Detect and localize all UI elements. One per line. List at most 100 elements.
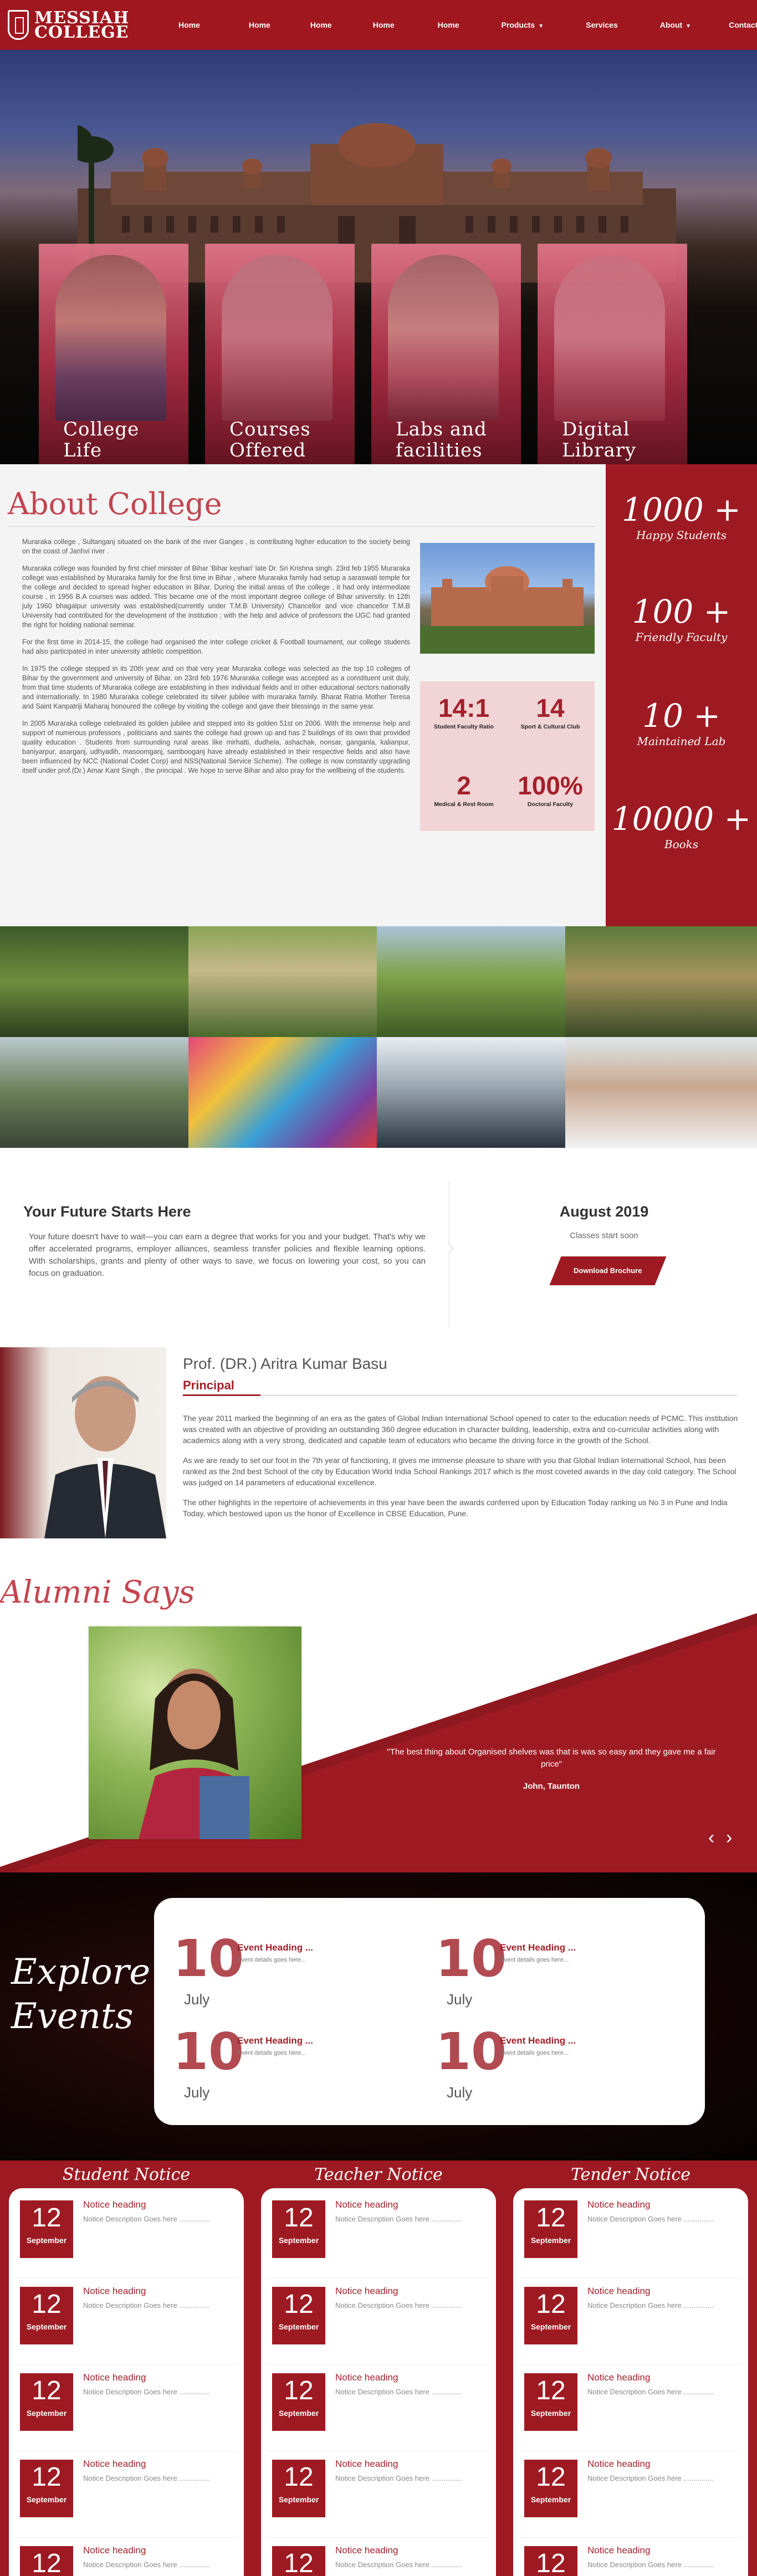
notice-item[interactable]: 12SeptemberNotice headingNotice Descript… xyxy=(14,2454,238,2538)
notice-date-badge: 12September xyxy=(20,2373,73,2431)
notice-item[interactable]: 12SeptemberNotice headingNotice Descript… xyxy=(519,2195,743,2279)
event-item[interactable]: 10 July Event Heading ... Event details … xyxy=(160,2024,398,2113)
event-month: July xyxy=(184,1991,210,2008)
notice-list: 12 September Notice heading Notice Descript… xyxy=(9,2188,244,2576)
notice-description: Notice Description Goes here ...........… xyxy=(335,2560,462,2569)
notice-item[interactable]: 12SeptemberNotice headingNotice Descript… xyxy=(14,2195,238,2279)
notice-month: September xyxy=(530,2236,571,2245)
notice-heading[interactable]: Notice heading xyxy=(587,2199,650,2210)
notice-heading[interactable]: Notice heading xyxy=(335,2199,398,2210)
nav-item-home[interactable]: Home xyxy=(244,0,275,50)
notice-heading[interactable]: Notice heading xyxy=(335,2286,398,2297)
college-logo[interactable]: MESSIAH COLLEGE xyxy=(8,10,157,41)
notice-heading[interactable]: Notice heading xyxy=(83,2459,146,2470)
nav-item-home[interactable]: Home xyxy=(369,0,399,50)
notice-heading[interactable]: Notice heading xyxy=(587,2545,650,2556)
event-heading[interactable]: Event Heading ... xyxy=(500,1942,576,1953)
notice-date-badge: 12September xyxy=(524,2200,577,2258)
notice-heading[interactable]: Notice heading xyxy=(83,2545,146,2556)
testimonial-author: John, Taunton xyxy=(523,1782,580,1791)
stats-panel: 14:1 Student Faculty Ratio 14 Sport & Cult… xyxy=(420,681,595,831)
notice-item[interactable]: 12SeptemberNotice headingNotice Descript… xyxy=(267,2368,490,2451)
admission-subtitle: Classes start soon xyxy=(570,1231,638,1240)
notice-description: Notice Description Goes here ...........… xyxy=(587,2301,714,2310)
nav-item-home[interactable]: Home xyxy=(306,0,336,50)
notice-heading[interactable]: Notice heading xyxy=(587,2372,650,2383)
event-day: 10 xyxy=(173,1929,244,1988)
gallery-photo[interactable] xyxy=(0,1037,188,1148)
notice-item[interactable]: 12SeptemberNotice headingNotice Descript… xyxy=(267,2454,490,2538)
notice-day: 12 xyxy=(32,2290,62,2319)
notice-heading[interactable]: Notice heading xyxy=(335,2372,398,2383)
gallery-photo[interactable] xyxy=(377,1037,565,1148)
student-photo xyxy=(388,255,499,421)
event-heading[interactable]: Event Heading ... xyxy=(500,2035,576,2046)
notice-item[interactable]: 12SeptemberNotice headingNotice Descript… xyxy=(14,2368,238,2451)
notice-item[interactable]: 12SeptemberNotice headingNotice Descript… xyxy=(519,2541,743,2576)
notice-heading[interactable]: Notice heading xyxy=(587,2286,650,2297)
gallery-photo[interactable] xyxy=(188,926,377,1037)
divider xyxy=(267,2278,490,2279)
prev-arrow-icon[interactable]: ‹ xyxy=(708,1827,714,1849)
notice-month: September xyxy=(26,2409,67,2418)
gallery-photo[interactable] xyxy=(565,926,757,1037)
notice-item[interactable]: 12SeptemberNotice headingNotice Descript… xyxy=(267,2281,490,2365)
about-paragraph: In 2005 Muraraka college celebrated its … xyxy=(22,720,410,774)
notice-heading[interactable]: Notice heading xyxy=(587,2459,650,2470)
notice-item[interactable]: 12SeptemberNotice headingNotice Descript… xyxy=(267,2195,490,2279)
notice-item[interactable]: 12SeptemberNotice headingNotice Descript… xyxy=(519,2368,743,2451)
notice-description: Notice Description Goes here ...........… xyxy=(83,2301,209,2310)
notice-description: Notice Description Goes here ...........… xyxy=(335,2388,462,2396)
alumni-photo xyxy=(89,1626,301,1839)
principal-role: Principal xyxy=(183,1378,234,1392)
event-heading[interactable]: Event Heading ... xyxy=(237,2035,313,2046)
college-photo xyxy=(420,543,595,654)
notice-item[interactable]: 12SeptemberNotice headingNotice Descript… xyxy=(267,2541,490,2576)
event-day: 10 xyxy=(173,2022,244,2081)
admission-date: August 2019 xyxy=(559,1203,649,1220)
download-brochure-button[interactable]: Download Brochure xyxy=(549,1256,667,1285)
event-item[interactable]: 10 July Event Heading ... Event details … xyxy=(422,2024,661,2113)
gallery-photo[interactable] xyxy=(188,1037,377,1148)
divider xyxy=(519,2537,743,2538)
hero-card-labs-facilities[interactable]: Labs and facilities xyxy=(371,244,521,464)
nav-item-services[interactable]: Services xyxy=(581,0,622,50)
message-paragraph: The other highlights in the repertoire o… xyxy=(183,1498,728,1518)
hero-card-courses-offered[interactable]: Courses Offered xyxy=(205,244,355,464)
event-heading[interactable]: Event Heading ... xyxy=(237,1942,313,1953)
hero-banner: College Life Courses Offered Labs and facil… xyxy=(0,50,757,464)
gallery-photo[interactable] xyxy=(565,1037,757,1148)
notice-heading[interactable]: Notice heading xyxy=(335,2459,398,2470)
nav-item-home[interactable]: Home xyxy=(174,0,204,50)
nav-item-products[interactable]: Products ▼ xyxy=(497,0,549,50)
about-paragraph: For the first time in 2014-15, the colle… xyxy=(22,638,410,655)
notice-heading[interactable]: Notice heading xyxy=(335,2545,398,2556)
event-item[interactable]: 10 July Event Heading ... Event details … xyxy=(422,1931,661,2020)
notice-list: 12 September Notice heading Notice Descript… xyxy=(513,2188,748,2576)
notice-item[interactable]: 12SeptemberNotice headingNotice Descript… xyxy=(519,2281,743,2365)
nav-item-contact[interactable]: Contact xyxy=(724,0,757,50)
notice-date-badge: 12September xyxy=(20,2546,73,2576)
nav-item-about[interactable]: About ▼ xyxy=(656,0,695,50)
nav-item-label: Products xyxy=(501,20,535,29)
hero-card-college-life[interactable]: College Life xyxy=(39,244,188,464)
notice-heading[interactable]: Notice heading xyxy=(83,2372,146,2383)
notice-item[interactable]: 12SeptemberNotice headingNotice Descript… xyxy=(14,2281,238,2365)
event-month: July xyxy=(447,1991,473,2008)
notice-item[interactable]: 12SeptemberNotice headingNotice Descript… xyxy=(14,2541,238,2576)
notice-day: 12 xyxy=(536,2462,566,2492)
hero-card-label: Courses Offered xyxy=(229,418,311,461)
events-section: Explore Events 10 July Event Heading ... … xyxy=(0,1872,757,2161)
hero-card-digital-library[interactable]: Digital Library xyxy=(538,244,687,464)
gallery-photo[interactable] xyxy=(377,926,565,1037)
notice-item[interactable]: 12SeptemberNotice headingNotice Descript… xyxy=(519,2454,743,2538)
notice-day: 12 xyxy=(32,2549,62,2576)
next-arrow-icon[interactable]: › xyxy=(726,1827,732,1849)
notice-heading[interactable]: Notice heading xyxy=(83,2286,146,2297)
gallery-photo[interactable] xyxy=(0,926,188,1037)
event-item[interactable]: 10 July Event Heading ... Event details … xyxy=(160,1931,398,2020)
notice-heading[interactable]: Notice heading xyxy=(83,2199,146,2210)
column-title: Student Notice xyxy=(62,2165,191,2184)
nav-item-home[interactable]: Home xyxy=(433,0,464,50)
notice-day: 12 xyxy=(536,2290,566,2319)
